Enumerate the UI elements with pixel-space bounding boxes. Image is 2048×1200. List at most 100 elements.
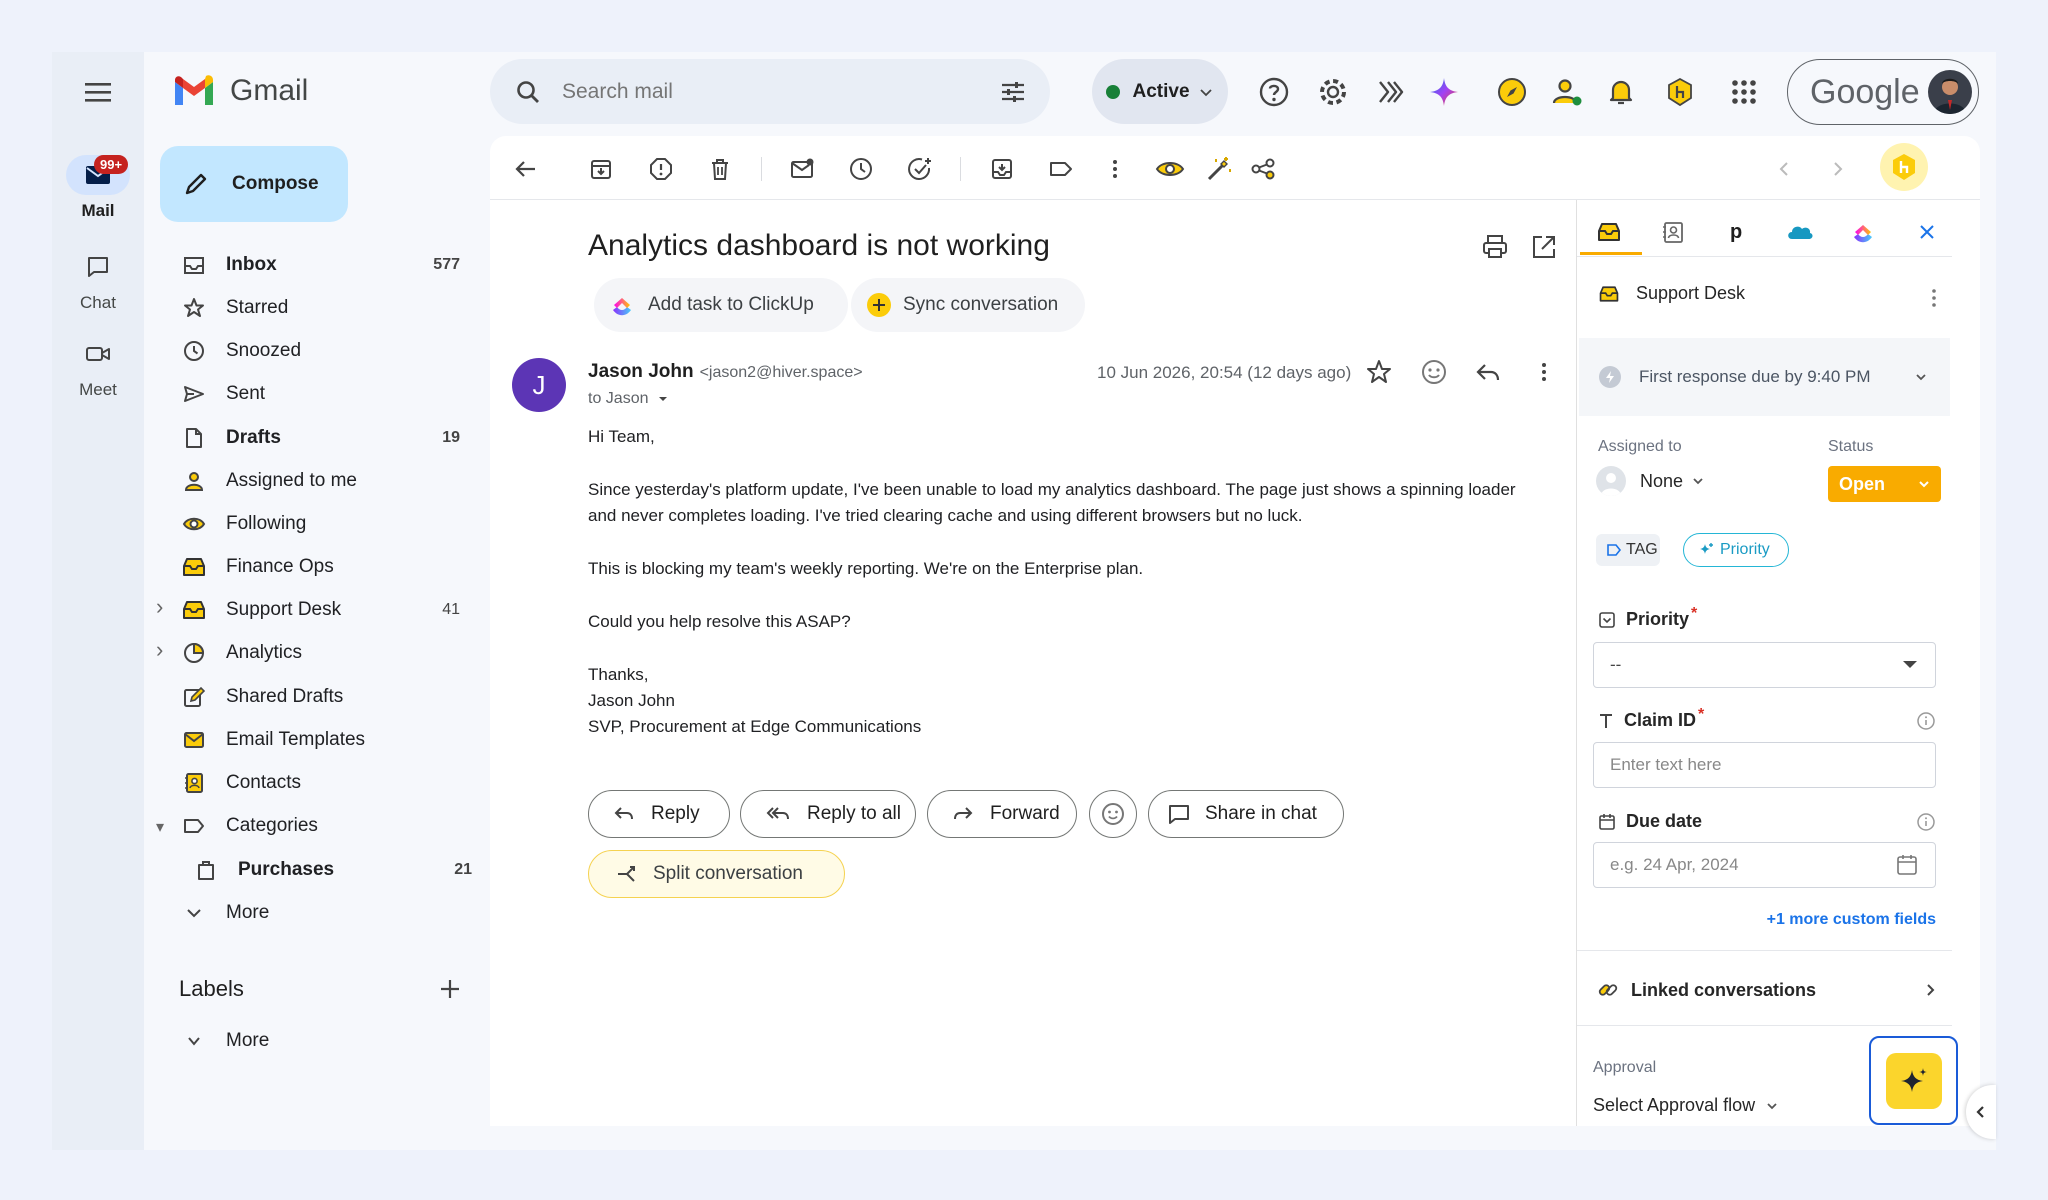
compass-icon[interactable] (1492, 72, 1532, 112)
caret-right-icon[interactable]: › (156, 637, 163, 663)
move-to-icon[interactable] (985, 152, 1019, 186)
print-icon[interactable] (1480, 232, 1510, 262)
panel-tab-clickup[interactable] (1843, 212, 1883, 252)
more-custom-fields-link[interactable]: +1 more custom fields (1766, 911, 1936, 929)
message-more-icon[interactable] (1529, 357, 1559, 387)
nav-item-assigned-to-me[interactable]: Assigned to me (168, 461, 468, 501)
panel-tab-inbox[interactable] (1589, 212, 1629, 252)
calendar-picker-icon[interactable] (1895, 853, 1919, 877)
compose-button[interactable]: Compose (160, 146, 348, 222)
delete-trash-icon[interactable] (703, 152, 737, 186)
main-menu-icon[interactable] (80, 76, 116, 108)
rail-meet[interactable]: Meet (52, 334, 144, 400)
nav-item-contacts[interactable]: Contacts (168, 763, 468, 803)
archive-icon[interactable] (584, 152, 618, 186)
hiver-logo-icon[interactable] (1880, 143, 1928, 191)
nav-item-sent[interactable]: Sent (168, 374, 468, 414)
panel-tab-salesforce[interactable] (1780, 212, 1820, 252)
recipient-line[interactable]: to Jason (588, 390, 670, 408)
open-new-window-icon[interactable] (1529, 232, 1559, 262)
claim-id-info-icon[interactable] (1916, 711, 1936, 731)
reply-arrow-icon[interactable] (1473, 357, 1503, 387)
nav-item-inbox[interactable]: Inbox 577 (168, 245, 468, 285)
emoji-reaction-button[interactable] (1089, 790, 1137, 838)
share-nodes-icon[interactable] (1246, 152, 1280, 186)
notification-bell-icon[interactable] (1601, 72, 1641, 112)
nav-item-finance-ops[interactable]: Finance Ops (168, 547, 468, 587)
nav-item-count: 577 (433, 256, 460, 273)
linked-conversations-row[interactable]: Linked conversations (1597, 975, 1937, 1005)
add-label-icon[interactable] (436, 975, 464, 1003)
apps-grid-icon[interactable] (1724, 72, 1764, 112)
star-icon (180, 294, 208, 322)
sender-name[interactable]: Jason John (588, 361, 694, 383)
panel-tab-pipedrive[interactable]: p (1716, 212, 1756, 252)
search-input[interactable] (562, 79, 962, 104)
account-switcher[interactable]: Google (1787, 59, 1979, 125)
caret-right-icon[interactable]: › (156, 594, 163, 620)
labels-more[interactable]: More (168, 1021, 468, 1061)
star-icon[interactable] (1364, 357, 1394, 387)
reply-button[interactable]: Reply (588, 790, 730, 838)
newer-chevron-icon[interactable] (1767, 152, 1801, 186)
nav-item-support-desk[interactable]: Support Desk 41 (168, 590, 468, 630)
nav-item-more[interactable]: More (168, 893, 468, 933)
nav-item-starred[interactable]: Starred (168, 288, 468, 328)
nav-item-purchases[interactable]: Purchases 21 (180, 850, 480, 890)
mark-unread-icon[interactable] (785, 152, 819, 186)
rail-chat[interactable]: Chat (52, 247, 144, 313)
add-task-icon[interactable] (903, 152, 937, 186)
assignee-selector[interactable]: None (1596, 466, 1705, 496)
nav-item-analytics[interactable]: Analytics (168, 633, 468, 673)
older-chevron-icon[interactable] (1821, 152, 1855, 186)
hiver-shield-icon[interactable] (1660, 72, 1700, 112)
back-arrow-icon[interactable] (509, 152, 543, 186)
tag-button[interactable]: TAG (1596, 534, 1660, 566)
more-vertical-icon[interactable] (1098, 152, 1132, 186)
follow-eye-icon[interactable] (1153, 152, 1187, 186)
hiver-extension-icon[interactable] (1370, 72, 1410, 112)
add-reaction-icon[interactable] (1419, 357, 1449, 387)
help-icon[interactable] (1254, 72, 1294, 112)
settings-gear-icon[interactable] (1313, 72, 1353, 112)
panel-tab-contacts[interactable] (1653, 212, 1693, 252)
nav-item-email-templates[interactable]: Email Templates (168, 720, 468, 760)
sender-avatar[interactable]: J (512, 358, 566, 412)
report-spam-icon[interactable] (644, 152, 678, 186)
gmail-logo[interactable]: Gmail (172, 74, 308, 108)
assignee-status-icon[interactable] (1547, 72, 1587, 112)
magic-wand-icon[interactable] (1201, 152, 1235, 186)
chevron-right-icon (1927, 984, 1935, 996)
caret-down-icon[interactable]: ▾ (156, 817, 164, 837)
priority-select[interactable]: -- (1593, 642, 1936, 688)
status-dropdown[interactable]: Open (1828, 466, 1941, 502)
reply-all-button[interactable]: Reply to all (740, 790, 916, 838)
nav-item-categories[interactable]: Categories (168, 806, 468, 846)
chevron-down-icon (180, 1027, 208, 1055)
split-conversation-button[interactable]: Split conversation (588, 850, 845, 898)
sync-conversation-chip[interactable]: Sync conversation (851, 278, 1085, 332)
panel-close-icon[interactable] (1907, 212, 1947, 252)
nav-item-shared-drafts[interactable]: Shared Drafts (168, 677, 468, 717)
priority-chip[interactable]: Priority (1683, 533, 1789, 567)
status-selector[interactable]: Active (1092, 59, 1228, 124)
search-bar[interactable] (490, 59, 1050, 124)
forward-button[interactable]: Forward (927, 790, 1077, 838)
gemini-sparkle-icon[interactable] (1424, 72, 1464, 112)
add-clickup-task-chip[interactable]: Add task to ClickUp (594, 278, 848, 332)
claim-id-input[interactable]: Enter text here (1593, 742, 1936, 788)
nav-item-snoozed[interactable]: Snoozed (168, 331, 468, 371)
label-tag-icon[interactable] (1044, 152, 1078, 186)
sla-banner[interactable]: First response due by 9:40 PM (1579, 338, 1950, 416)
ai-assistant-button[interactable] (1869, 1036, 1958, 1125)
pie-chart-icon (180, 639, 208, 667)
share-in-chat-button[interactable]: Share in chat (1148, 790, 1344, 838)
nav-item-drafts[interactable]: Drafts 19 (168, 418, 468, 458)
due-date-info-icon[interactable] (1916, 812, 1936, 832)
approval-flow-selector[interactable]: Select Approval flow (1593, 1095, 1779, 1116)
panel-more-icon[interactable] (1922, 285, 1946, 311)
snooze-clock-icon[interactable] (844, 152, 878, 186)
due-date-input[interactable]: e.g. 24 Apr, 2024 (1593, 842, 1936, 888)
nav-item-following[interactable]: Following (168, 504, 468, 544)
search-options-icon[interactable] (998, 77, 1028, 107)
